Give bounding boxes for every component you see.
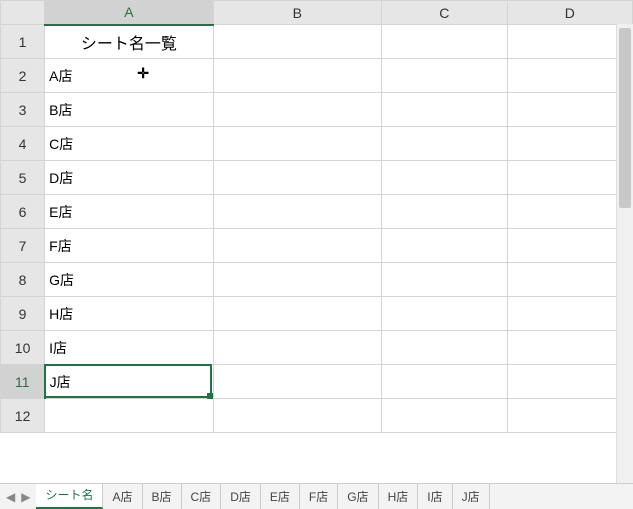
cell-c2[interactable] xyxy=(382,59,507,93)
spreadsheet-grid[interactable]: A B C D 1 シート名一覧 2 A店 3 xyxy=(0,0,633,458)
cell-b11[interactable] xyxy=(213,365,381,399)
col-header-d[interactable]: D xyxy=(507,1,632,25)
cell-a9[interactable]: H店 xyxy=(45,297,213,331)
sheet-tab[interactable]: F店 xyxy=(300,484,338,509)
cell-a12[interactable] xyxy=(45,399,213,433)
tab-next-icon[interactable]: ▶ xyxy=(21,490,30,504)
row-header-3[interactable]: 3 xyxy=(1,93,45,127)
cell-d1[interactable] xyxy=(507,25,632,59)
cell-a11[interactable]: J店 xyxy=(45,365,213,399)
cell-b5[interactable] xyxy=(213,161,381,195)
col-header-c[interactable]: C xyxy=(382,1,507,25)
sheet-tab[interactable]: J店 xyxy=(453,484,490,509)
sheet-tabs: シート名A店B店C店D店E店F店G店H店I店J店 xyxy=(36,484,489,509)
cell-b10[interactable] xyxy=(213,331,381,365)
row-header-1[interactable]: 1 xyxy=(1,25,45,59)
cell-b1[interactable] xyxy=(213,25,381,59)
cell-a6[interactable]: E店 xyxy=(45,195,213,229)
col-header-a[interactable]: A xyxy=(45,1,213,25)
cell-a8[interactable]: G店 xyxy=(45,263,213,297)
cell-a3[interactable]: B店 xyxy=(45,93,213,127)
cell-c3[interactable] xyxy=(382,93,507,127)
cell-d11[interactable] xyxy=(507,365,632,399)
cell-d10[interactable] xyxy=(507,331,632,365)
cell-a2[interactable]: A店 xyxy=(45,59,213,93)
sheet-tab[interactable]: D店 xyxy=(221,484,261,509)
row-header-5[interactable]: 5 xyxy=(1,161,45,195)
cell-a7[interactable]: F店 xyxy=(45,229,213,263)
row-header-8[interactable]: 8 xyxy=(1,263,45,297)
select-all-corner[interactable] xyxy=(1,1,45,25)
cell-d8[interactable] xyxy=(507,263,632,297)
cell-a5[interactable]: D店 xyxy=(45,161,213,195)
tab-nav: ◀ ▶ xyxy=(0,484,36,509)
cell-c12[interactable] xyxy=(382,399,507,433)
cell-b2[interactable] xyxy=(213,59,381,93)
cell-d5[interactable] xyxy=(507,161,632,195)
cell-c4[interactable] xyxy=(382,127,507,161)
cell-d4[interactable] xyxy=(507,127,632,161)
cell-c7[interactable] xyxy=(382,229,507,263)
cell-c8[interactable] xyxy=(382,263,507,297)
scroll-thumb[interactable] xyxy=(619,28,631,208)
cell-a10[interactable]: I店 xyxy=(45,331,213,365)
cell-c6[interactable] xyxy=(382,195,507,229)
row-header-7[interactable]: 7 xyxy=(1,229,45,263)
cell-c5[interactable] xyxy=(382,161,507,195)
cell-b7[interactable] xyxy=(213,229,381,263)
row-header-2[interactable]: 2 xyxy=(1,59,45,93)
cell-d12[interactable] xyxy=(507,399,632,433)
cell-b4[interactable] xyxy=(213,127,381,161)
cell-d9[interactable] xyxy=(507,297,632,331)
cell-c10[interactable] xyxy=(382,331,507,365)
cell-d6[interactable] xyxy=(507,195,632,229)
cell-a1[interactable]: シート名一覧 xyxy=(45,25,213,59)
sheet-tab[interactable]: G店 xyxy=(338,484,378,509)
sheet-tab[interactable]: シート名 xyxy=(36,484,103,509)
vertical-scrollbar[interactable] xyxy=(616,24,633,483)
cell-b12[interactable] xyxy=(213,399,381,433)
sheet-tab[interactable]: I店 xyxy=(418,484,452,509)
cell-b3[interactable] xyxy=(213,93,381,127)
cell-b9[interactable] xyxy=(213,297,381,331)
cell-d7[interactable] xyxy=(507,229,632,263)
cell-c9[interactable] xyxy=(382,297,507,331)
cell-c11[interactable] xyxy=(382,365,507,399)
sheet-tab[interactable]: H店 xyxy=(379,484,419,509)
cell-c1[interactable] xyxy=(382,25,507,59)
col-header-b[interactable]: B xyxy=(213,1,381,25)
cell-d3[interactable] xyxy=(507,93,632,127)
row-header-11[interactable]: 11 xyxy=(1,365,45,399)
sheet-tab[interactable]: C店 xyxy=(182,484,222,509)
row-header-4[interactable]: 4 xyxy=(1,127,45,161)
cell-d2[interactable] xyxy=(507,59,632,93)
row-header-12[interactable]: 12 xyxy=(1,399,45,433)
row-header-6[interactable]: 6 xyxy=(1,195,45,229)
cell-a4[interactable]: C店 xyxy=(45,127,213,161)
cell-b8[interactable] xyxy=(213,263,381,297)
sheet-tab[interactable]: A店 xyxy=(103,484,142,509)
row-header-10[interactable]: 10 xyxy=(1,331,45,365)
cell-b6[interactable] xyxy=(213,195,381,229)
sheet-tab-bar: ◀ ▶ シート名A店B店C店D店E店F店G店H店I店J店 xyxy=(0,483,633,509)
sheet-tab[interactable]: B店 xyxy=(143,484,182,509)
sheet-tab[interactable]: E店 xyxy=(261,484,300,509)
tab-prev-icon[interactable]: ◀ xyxy=(6,490,15,504)
row-header-9[interactable]: 9 xyxy=(1,297,45,331)
